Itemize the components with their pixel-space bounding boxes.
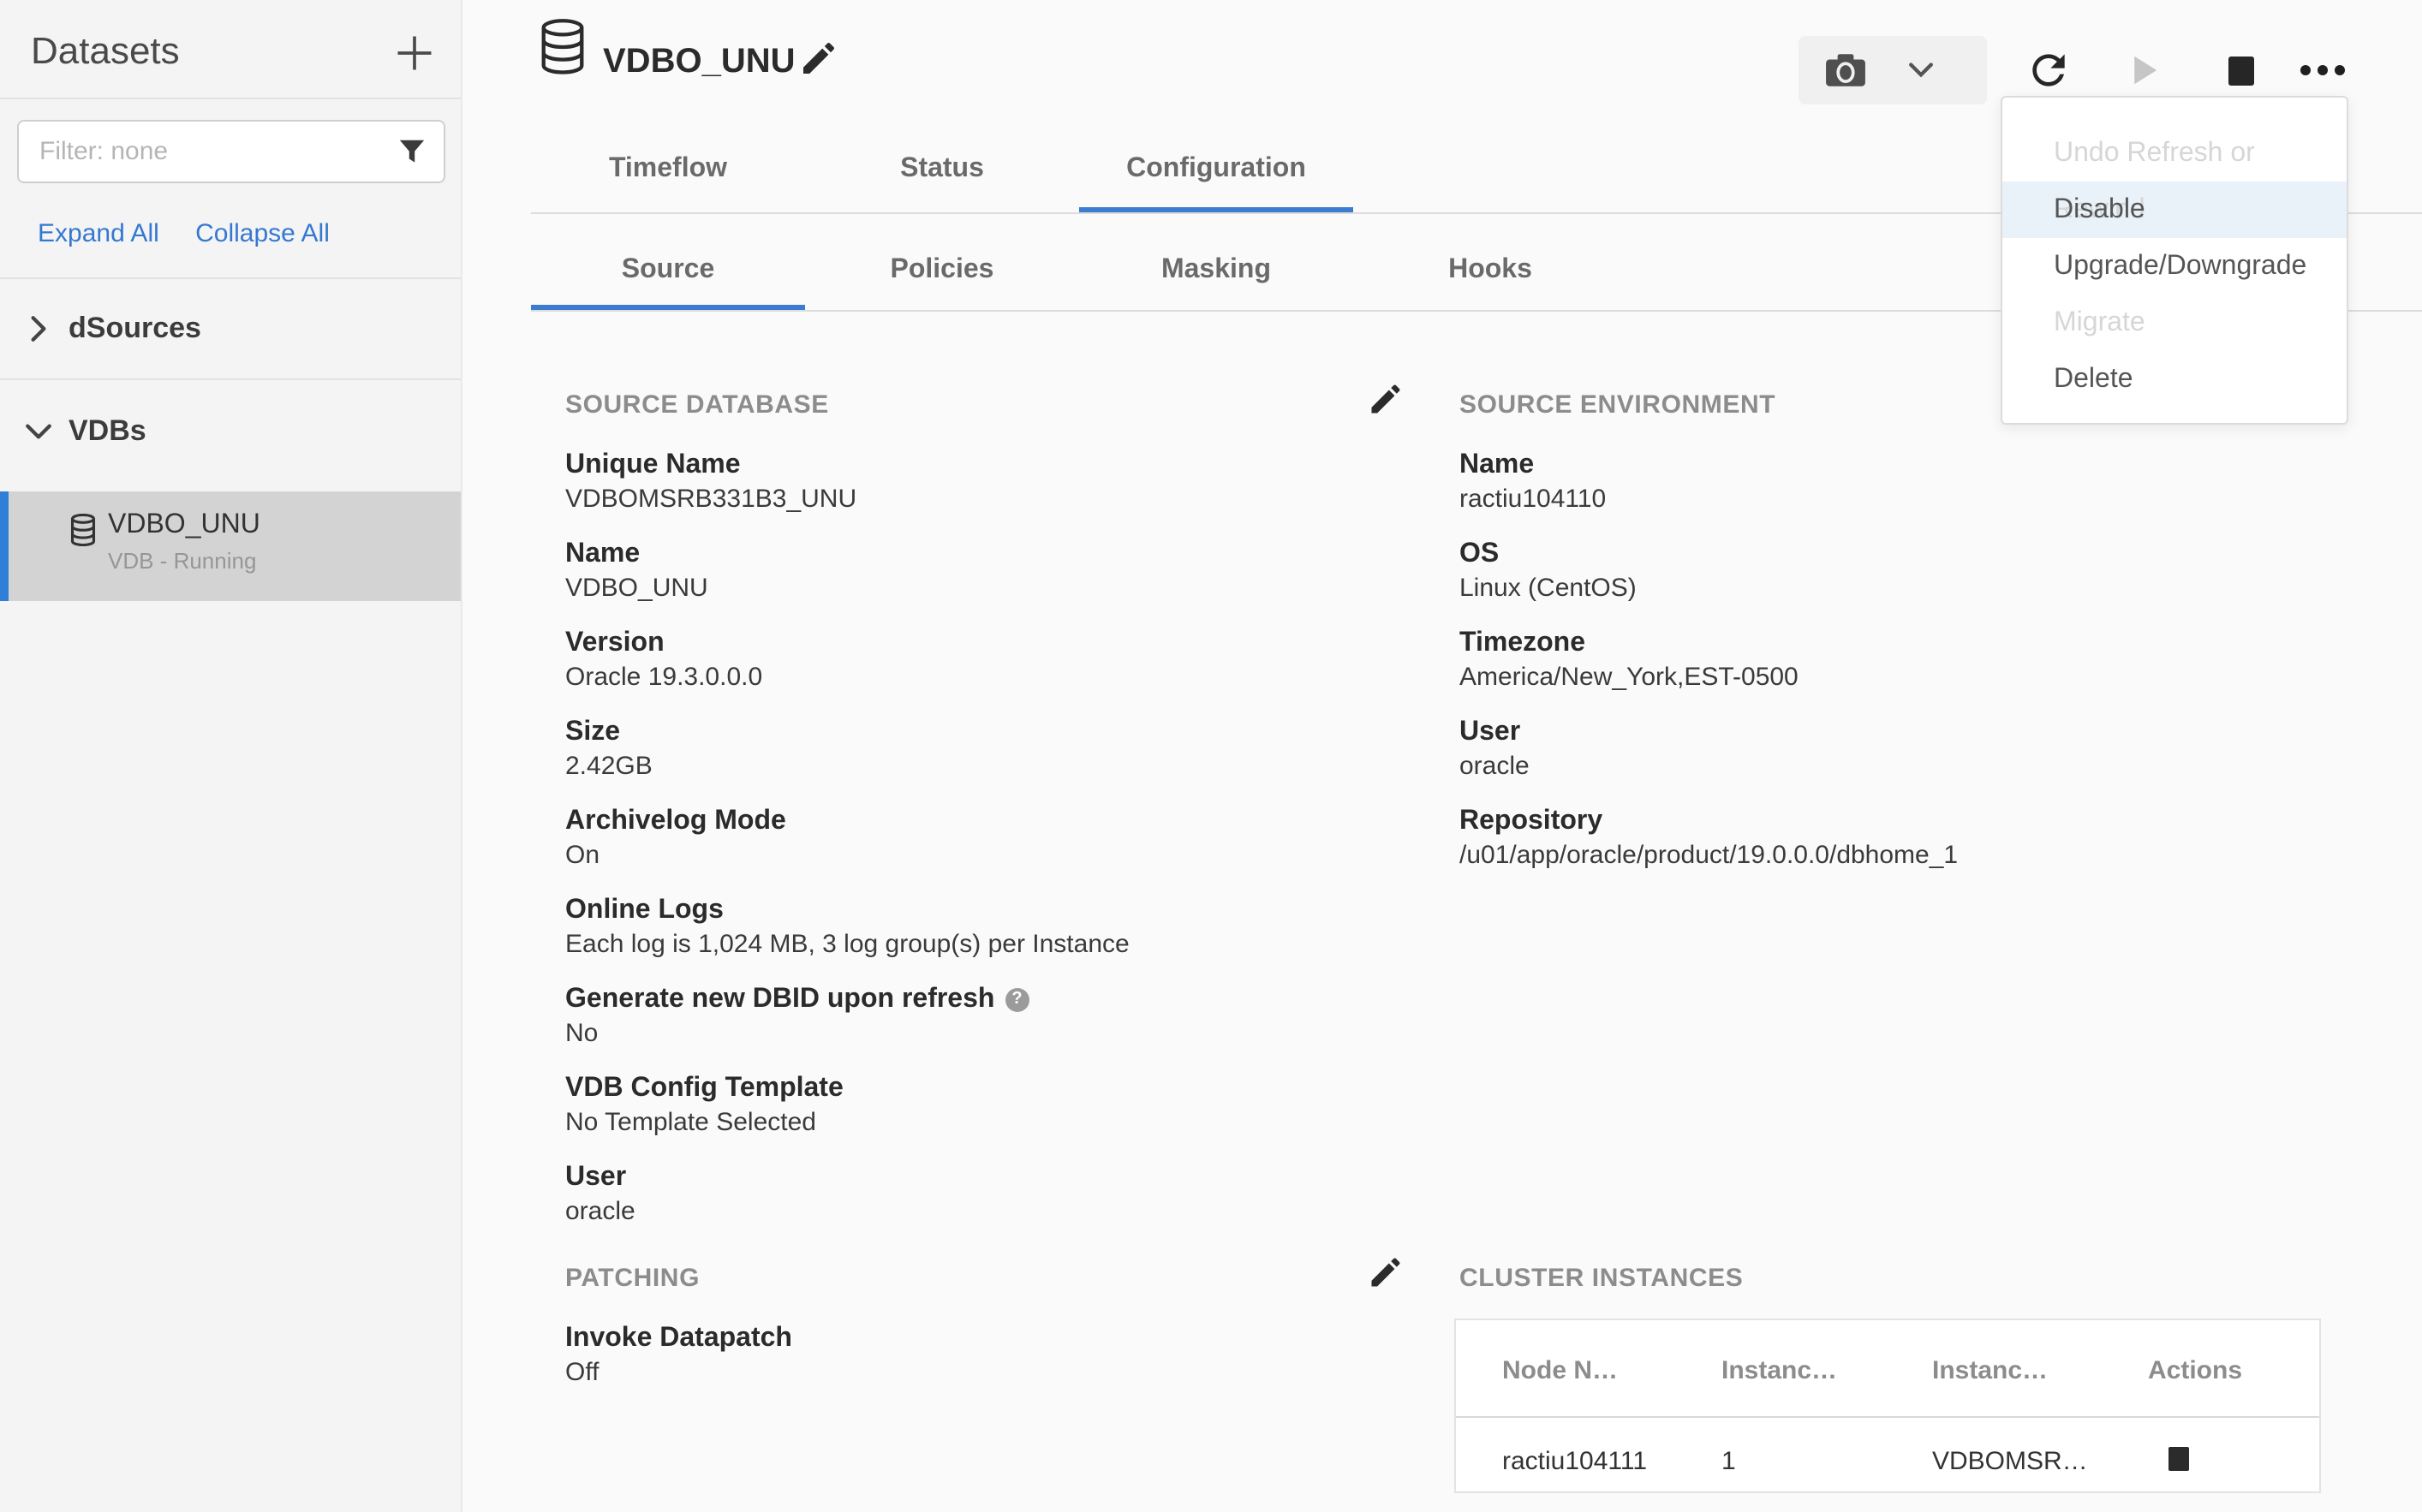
edit-patching-button[interactable]	[1367, 1253, 1408, 1295]
tab-status[interactable]: Status	[805, 154, 1079, 185]
refresh-icon	[2025, 46, 2073, 94]
pencil-icon	[1367, 1253, 1408, 1291]
field: Online LogsEach log is 1,024 MB, 3 log g…	[565, 894, 1422, 961]
subtab-policies[interactable]: Policies	[805, 255, 1079, 286]
filter-field-wrap	[17, 120, 445, 183]
cell-node-name: ractiu104111	[1502, 1447, 1647, 1476]
database-icon	[70, 514, 96, 546]
refresh-button[interactable]	[2014, 36, 2083, 104]
chevron-down-icon	[24, 422, 53, 441]
column-header-instance-number[interactable]: Instanc…	[1721, 1356, 1837, 1385]
source-environment-fields: Nameractiu104110 OSLinux (CentOS) Timezo…	[1459, 449, 2350, 872]
tab-configuration-active[interactable]: Configuration	[1079, 154, 1353, 185]
source-database-heading: SOURCE DATABASE	[565, 390, 829, 420]
patching-fields: Invoke DatapatchOff	[565, 1322, 1250, 1389]
table-header-divider	[1456, 1416, 2319, 1418]
snapshot-button-group[interactable]	[1799, 36, 1987, 104]
sidebar-divider	[0, 98, 461, 99]
ellipsis-icon	[2300, 65, 2345, 75]
cell-instance-number: 1	[1721, 1447, 1736, 1476]
play-icon	[2121, 48, 2165, 92]
chevron-down-icon	[1908, 62, 1934, 79]
app-window: Datasets Expand All Collapse All dSource…	[0, 0, 2422, 1512]
column-header-node-name[interactable]: Node N…	[1502, 1356, 1618, 1385]
plus-icon	[392, 31, 437, 75]
subtab-masking[interactable]: Masking	[1079, 255, 1353, 286]
field: TimezoneAmerica/New_York,EST-0500	[1459, 627, 2350, 693]
field: VDB Config TemplateNo Template Selected	[565, 1072, 1422, 1139]
field: Useroracle	[565, 1161, 1422, 1228]
edit-source-database-button[interactable]	[1367, 380, 1408, 421]
group-label: dSources	[69, 312, 201, 346]
cluster-instances-heading: CLUSTER INSTANCES	[1459, 1264, 1743, 1293]
menu-item-upgrade-downgrade[interactable]: Upgrade/Downgrade	[2002, 238, 2347, 295]
expand-all-link[interactable]: Expand All	[38, 219, 159, 248]
field: Invoke DatapatchOff	[565, 1322, 1250, 1389]
selected-indicator-bar	[0, 491, 9, 601]
help-icon[interactable]: ?	[1005, 987, 1029, 1011]
selected-item-status: VDB - Running	[108, 548, 256, 574]
tree-controls: Expand All Collapse All	[38, 219, 330, 248]
subtab-source-active[interactable]: Source	[531, 255, 805, 286]
sidebar-item-vdbo-unu-selected[interactable]: VDBO_UNU VDB - Running	[0, 491, 461, 601]
add-dataset-button[interactable]	[391, 29, 438, 77]
start-vdb-button[interactable]	[2109, 36, 2177, 104]
actions-dropdown-menu: Undo Refresh or Rewind Disable Upgrade/D…	[2001, 96, 2348, 425]
source-database-fields: Unique NameVDBOMSRB331B3_UNU NameVDBO_UN…	[565, 449, 1422, 1228]
field: Nameractiu104110	[1459, 449, 2350, 515]
menu-item-migrate[interactable]: Migrate	[2002, 295, 2347, 351]
field: Repository/u01/app/oracle/product/19.0.0…	[1459, 805, 2350, 872]
field: VersionOracle 19.3.0.0.0	[565, 627, 1422, 693]
field: Archivelog ModeOn	[565, 805, 1422, 872]
filter-input[interactable]	[17, 120, 445, 183]
menu-item-delete[interactable]: Delete	[2002, 351, 2347, 408]
tab-timeflow[interactable]: Timeflow	[531, 154, 805, 185]
menu-item-undo-refresh-or-rewind[interactable]: Undo Refresh or Rewind	[2002, 125, 2347, 182]
column-header-actions: Actions	[2148, 1356, 2242, 1385]
database-icon	[540, 19, 586, 75]
field: NameVDBO_UNU	[565, 538, 1422, 604]
datasets-sidebar: Datasets Expand All Collapse All dSource…	[0, 0, 462, 1512]
sidebar-group-dsources[interactable]: dSources	[0, 279, 461, 378]
selected-item-name: VDBO_UNU	[108, 510, 260, 541]
field: Unique NameVDBOMSRB331B3_UNU	[565, 449, 1422, 515]
collapse-all-link[interactable]: Collapse All	[195, 219, 330, 248]
more-actions-button[interactable]	[2288, 36, 2357, 104]
cluster-instances-table: Node N… Instanc… Instanc… Actions ractiu…	[1454, 1319, 2321, 1493]
page-title: VDBO_UNU	[603, 43, 796, 82]
cell-instance-name: VDBOMSR…	[1932, 1447, 2088, 1476]
field: OSLinux (CentOS)	[1459, 538, 2350, 604]
source-environment-heading: SOURCE ENVIRONMENT	[1459, 390, 1775, 420]
rename-vdb-button[interactable]	[798, 38, 843, 82]
stop-instance-icon[interactable]	[2168, 1447, 2189, 1471]
field: Size2.42GB	[565, 716, 1422, 783]
stop-icon	[2228, 56, 2253, 85]
field: Useroracle	[1459, 716, 2350, 783]
pencil-icon	[1367, 380, 1408, 418]
patching-heading: PATCHING	[565, 1264, 700, 1293]
stop-vdb-button[interactable]	[2206, 36, 2275, 104]
camera-icon	[1824, 51, 1867, 89]
sidebar-title: Datasets	[31, 29, 180, 74]
column-header-instance-name[interactable]: Instanc…	[1932, 1356, 2048, 1385]
filter-funnel-icon[interactable]	[397, 137, 427, 166]
subtab-hooks[interactable]: Hooks	[1353, 255, 1627, 286]
chevron-right-icon	[29, 314, 48, 343]
pencil-icon	[798, 38, 843, 79]
menu-item-disable[interactable]: Disable	[2002, 182, 2347, 238]
field: Generate new DBID upon refresh ? No	[565, 983, 1422, 1050]
sidebar-group-vdbs[interactable]: VDBs	[0, 380, 461, 483]
group-label: VDBs	[69, 414, 146, 449]
